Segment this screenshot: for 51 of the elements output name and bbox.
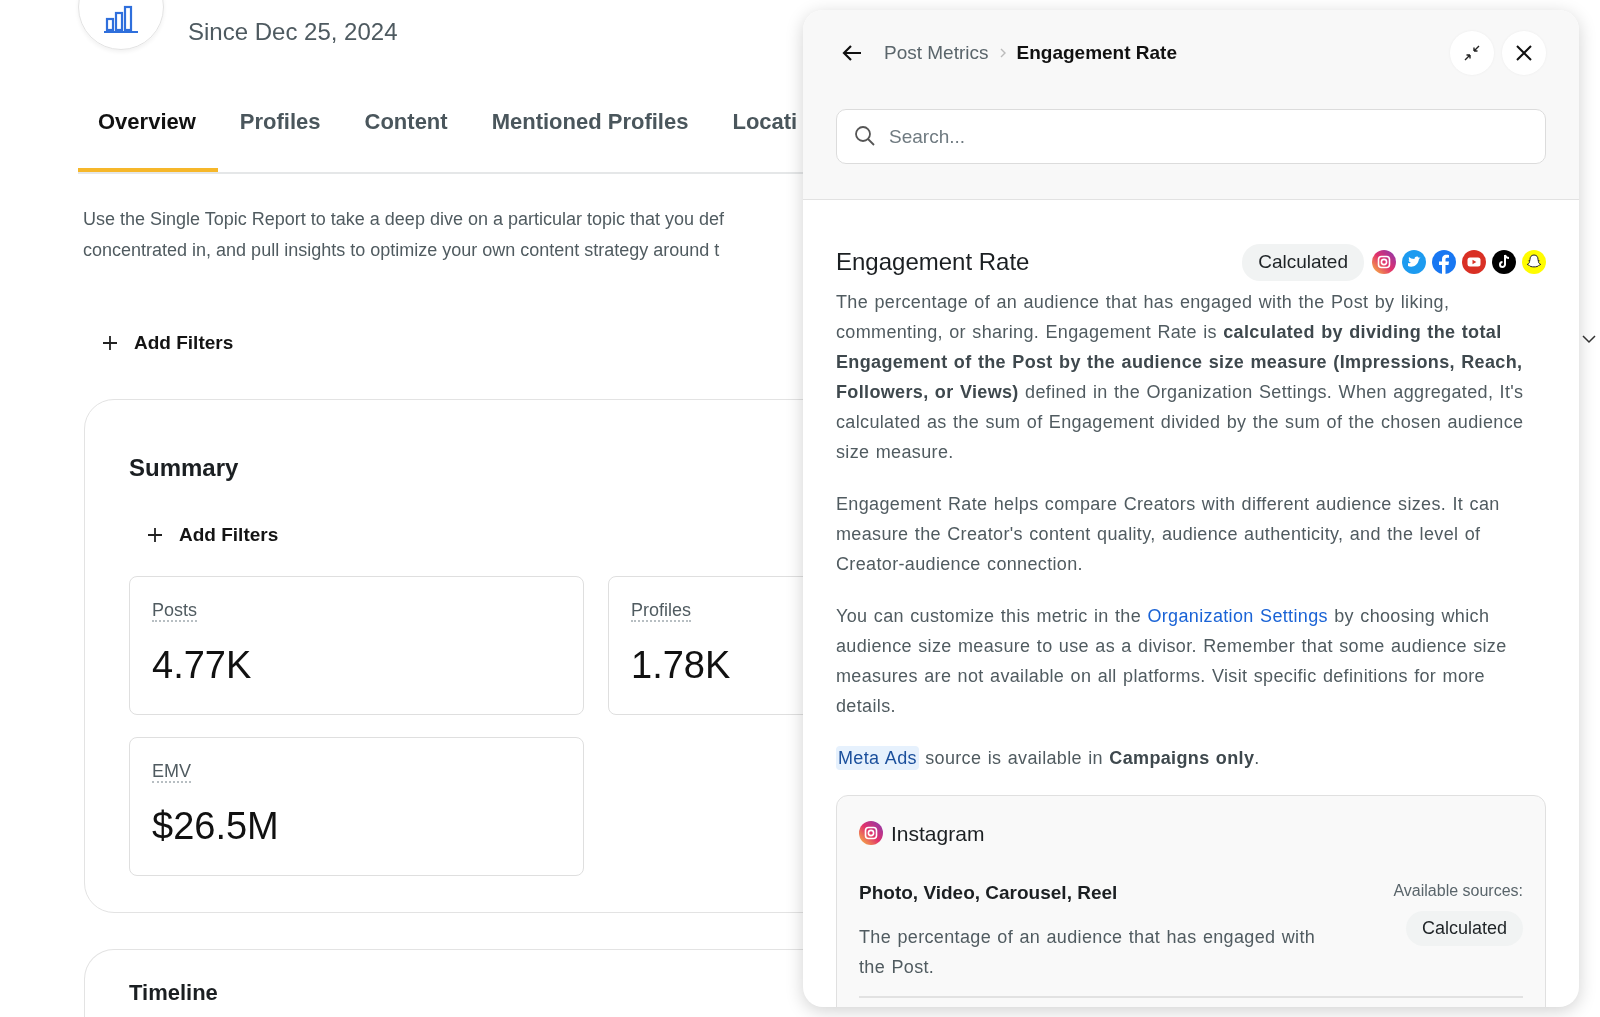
tab[interactable]: Locati (710, 74, 803, 172)
arrow-left-icon (842, 44, 862, 62)
camera-icon (1372, 250, 1396, 275)
minimize-icon (1464, 45, 1480, 61)
timeline-title: Timeline (129, 978, 219, 1007)
breadcrumb-separator-icon (998, 47, 1007, 59)
tab[interactable]: Mentioned Profiles (469, 74, 711, 172)
bird-icon (1402, 250, 1426, 275)
letter-f-icon (1432, 250, 1456, 275)
close-icon (1515, 44, 1533, 62)
close-button[interactable] (1502, 31, 1546, 75)
metric-label: EMV (152, 761, 191, 783)
summary-title: Summary (129, 452, 240, 483)
breadcrumb-current: Engagement Rate (1016, 40, 1177, 65)
platform-name: Instagram (891, 820, 985, 847)
description-paragraph: The percentage of an audience that has engaged with the Post by liking, commenting, or sharing. Engagement Rate is calculated by dividing the total Engagement of the Post by the audience size measure (Impressions, Reach, Followers, or Views) defined in the Organization Settings. When aggregated, It's calculated as the sum of Engagement divided by the sum of the chosen audience size measure. (836, 290, 1525, 464)
ghost-icon (1522, 250, 1546, 275)
source-tag: Meta Ads (836, 745, 919, 770)
minimize-button[interactable] (1450, 31, 1494, 75)
metric-label: Profiles (631, 600, 692, 622)
tab[interactable]: Content (342, 74, 470, 172)
add-filters-button[interactable]: Add Filters (96, 328, 240, 359)
settings-link[interactable]: Organization Settings (1147, 605, 1328, 626)
chevron-down-icon[interactable] (1582, 334, 1596, 344)
camera-icon (859, 821, 883, 846)
tab[interactable]: Overview (78, 74, 218, 172)
sources-label: Available sources: (1393, 881, 1523, 901)
plus-icon (147, 526, 163, 543)
metric-label: Posts (152, 600, 198, 622)
description-text: concentrated in, and pull insights to optimize your own content strategy around t (83, 239, 721, 262)
tab[interactable]: Profiles (217, 74, 343, 172)
description-paragraph: You can customize this metric in the Organization Settings by choosing which audience size measure to use as a divisor. Remember that some audience size measures are not available on all platforms. Visit specific definitions for more details. (836, 604, 1508, 718)
metric-title: Engagement Rate (836, 247, 1031, 278)
bar-chart-icon (103, 5, 139, 33)
plus-icon (102, 335, 118, 352)
metric-value: 4.77K (152, 643, 253, 688)
search-field[interactable]: Search... (836, 109, 1546, 164)
source-badge: Calculated (1242, 244, 1364, 281)
description-text: Use the Single Topic Report to take a deep dive on a particular topic that you def (83, 208, 726, 231)
content-types: Photo, Video, Carousel, Reel (859, 881, 1119, 905)
metric-value: $26.5M (152, 804, 280, 849)
add-filters-button[interactable]: Add Filters (141, 519, 285, 550)
breadcrumb-link[interactable]: Post Metrics (884, 38, 989, 68)
play-icon (1462, 250, 1486, 275)
metric-value: 1.78K (631, 643, 732, 688)
music-note-icon (1492, 250, 1516, 275)
report-date: Since Dec 25, 2024 (188, 17, 398, 47)
source-badge: Calculated (1405, 911, 1523, 946)
platform-description: The percentage of an audience that has engaged with the Post. (859, 925, 1317, 979)
description-paragraph: Engagement Rate helps compare Creators with different audience sizes. It can measure the Creator's content quality, audience authenticity, and the level of Creator-audience connection. (836, 492, 1501, 576)
description-paragraph: Meta Ads source is available in Campaigns only. (836, 744, 1261, 772)
